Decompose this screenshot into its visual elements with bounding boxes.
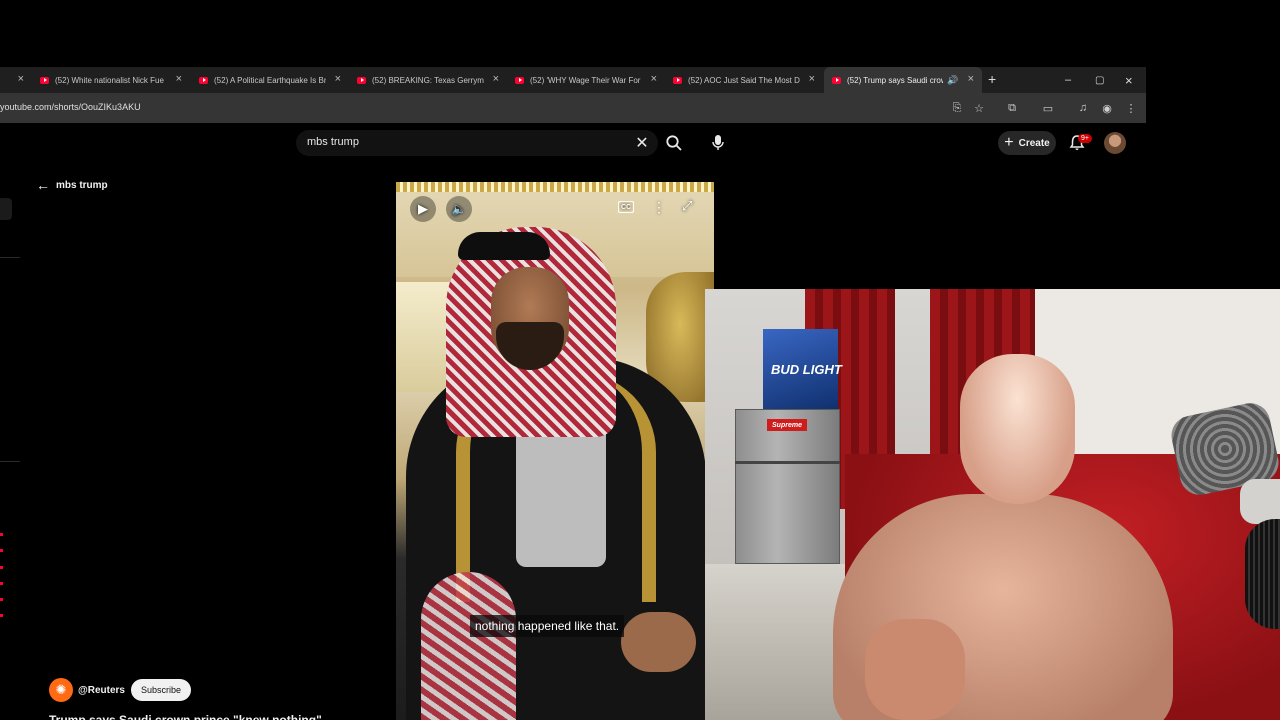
tab-label: (52) White nationalist Nick Fue [55,75,164,85]
close-icon[interactable]: × [968,73,974,85]
volume-icon[interactable]: 🔈 [446,196,472,222]
subscribe-button[interactable]: Subscribe [131,679,192,701]
tab-5[interactable]: (52) AOC Just Said The Most Di × [673,67,823,93]
tab-1[interactable]: (52) White nationalist Nick Fue × [40,67,190,93]
cam-pillow-small [1240,479,1280,524]
back-label: mbs trump [56,179,108,191]
minimize-icon[interactable]: – [1065,67,1071,93]
url-field[interactable]: youtube.com/shorts/OouZIKu3AKU [0,102,141,112]
youtube-favicon [832,76,841,84]
search-input[interactable]: mbs trump [307,136,359,148]
progress-mark [0,566,3,569]
tab-label: (52) A Political Earthquake Is Br [214,75,326,85]
cam-minifridge [735,409,840,564]
split-icon[interactable]: ▭ [1041,101,1055,115]
clear-icon[interactable]: ✕ [634,135,650,152]
extensions-icon[interactable]: ⧉ [1005,101,1019,115]
close-window-icon[interactable]: × [1125,67,1133,93]
plus-icon: + [1004,134,1014,151]
fullscreen-icon[interactable]: ⤢ [682,198,692,214]
tab-label: (52) 'WHY Wage Their War For [530,75,641,85]
cam-floor [705,564,850,720]
mic-icon[interactable] [711,134,725,152]
tab-label: (52) Trump says Saudi crow [847,75,943,85]
video-foreground-person [421,572,516,720]
progress-mark [0,614,3,617]
install-icon[interactable]: ⎘ [950,101,964,115]
play-icon[interactable]: ▶ [410,196,436,222]
address-bar: youtube.com/shorts/OouZIKu3AKU ⎘ ☆ ⧉ ▭ ♫… [0,93,1146,123]
divider [0,461,20,462]
menu-icon[interactable]: ⋮ [1124,101,1138,115]
progress-mark [0,598,3,601]
youtube-favicon [357,76,366,84]
cam-fridge-handle [735,461,840,464]
progress-mark [0,582,3,585]
star-icon[interactable]: ☆ [972,101,986,115]
tab-partial[interactable]: × [0,67,30,93]
cam-fan [1245,519,1280,629]
cam-sticker: Supreme [767,419,807,431]
plus-icon[interactable]: + [988,71,996,87]
channel-handle[interactable]: @Reuters [78,685,125,696]
shorts-video-player[interactable]: ▶ 🔈 CC ⋮ ⤢ [396,182,714,720]
progress-mark [0,533,3,536]
reuters-logo[interactable]: ✺ [49,678,73,702]
create-button[interactable]: + Create [998,131,1056,155]
cam-person-head [960,354,1075,504]
speaker-icon[interactable]: 🔊 [947,75,958,86]
youtube-favicon [199,76,208,84]
captions-icon[interactable]: CC [618,201,634,213]
close-icon[interactable]: × [809,73,815,85]
media-icon[interactable]: ♫ [1076,101,1090,115]
tab-label: (52) AOC Just Said The Most Di [688,75,800,85]
cam-box-text: BUD LIGHT [771,362,842,377]
tab-2[interactable]: (52) A Political Earthquake Is Br × [199,67,349,93]
video-agal [458,232,550,260]
back-button[interactable]: ← mbs trump [36,177,108,193]
sidebar-tab[interactable] [0,198,12,220]
notification-badge: 9+ [1078,134,1092,143]
webcam-overlay: BUD LIGHT Supreme [705,289,1280,720]
tab-3[interactable]: (52) BREAKING: Texas Gerryman × [357,67,507,93]
video-caption: nothing happened like that. [470,615,625,637]
close-icon[interactable]: × [493,73,499,85]
back-arrow-icon: ← [36,177,50,193]
close-icon[interactable]: × [335,73,341,85]
tab-strip: × (52) White nationalist Nick Fue × (52)… [0,67,1146,93]
search-icon[interactable] [665,134,683,152]
close-icon[interactable]: × [176,73,182,85]
channel-row: ✺ @Reuters Subscribe [49,678,192,702]
progress-mark [0,549,3,552]
tab-4[interactable]: (52) 'WHY Wage Their War For × [515,67,665,93]
tab-label: (52) BREAKING: Texas Gerryman [372,75,484,85]
youtube-favicon [515,76,524,84]
close-icon[interactable]: × [18,73,24,85]
tab-6-active[interactable]: (52) Trump says Saudi crow 🔊 × [824,67,982,93]
video-title: Trump says Saudi crown prince "knew noth… [49,713,322,720]
cam-person-arm [865,619,965,720]
avatar[interactable] [1104,132,1126,154]
youtube-favicon [673,76,682,84]
profile-icon[interactable]: ◉ [1100,101,1114,115]
close-icon[interactable]: × [651,73,657,85]
more-icon[interactable]: ⋮ [652,199,666,216]
restore-icon[interactable]: ▢ [1095,67,1104,93]
video-hands [621,612,696,672]
divider [0,257,20,258]
video-gold-trim [396,182,714,192]
create-label: Create [1018,137,1050,149]
screen: × (52) White nationalist Nick Fue × (52)… [0,0,1280,720]
video-chair-left [396,282,451,392]
youtube-favicon [40,76,49,84]
